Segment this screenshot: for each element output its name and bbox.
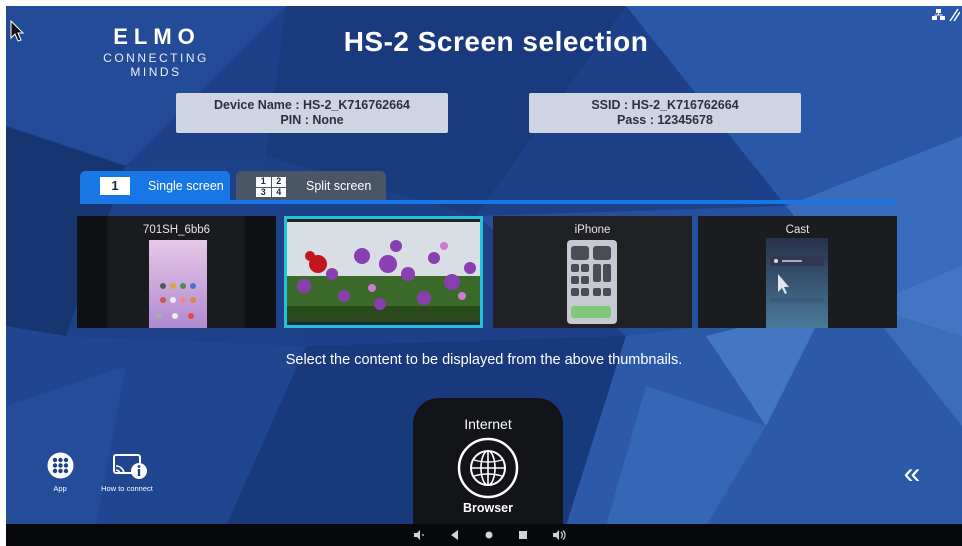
mouse-cursor-icon <box>10 20 24 42</box>
thumbnail-label: iPhone <box>574 224 611 236</box>
svg-text:ELMO: ELMO <box>113 24 201 48</box>
tab-split-screen-label: Split screen <box>306 179 372 193</box>
back-icon[interactable] <box>448 528 462 542</box>
thumbnail-android[interactable]: 701SH_6bb6 <box>77 216 276 328</box>
network-ssid: SSID : HS-2_K716762664 <box>591 98 739 112</box>
double-chevron-left-icon[interactable]: « <box>894 458 930 490</box>
thumbnail-flowers[interactable] <box>284 216 483 328</box>
grid-icon <box>47 452 74 479</box>
tab-split-screen[interactable]: 1 2 3 4 Split screen <box>236 171 386 201</box>
instruction-text: Select the content to be displayed from … <box>285 352 683 368</box>
globe-icon <box>457 437 519 499</box>
thumbnail-cast[interactable]: Cast <box>698 216 897 328</box>
thumbnail-label: 701SH_6bb6 <box>142 224 211 236</box>
logo-tagline: CONNECTING MINDS <box>103 51 209 79</box>
network-status-icon <box>932 8 960 22</box>
browser-label: Browser <box>462 501 514 515</box>
device-name: Device Name : HS-2_K716762664 <box>214 98 410 112</box>
flowers-screen-preview <box>284 216 483 328</box>
tab-single-screen-label: Single screen <box>148 179 224 193</box>
app-button[interactable]: App <box>40 450 80 494</box>
screen: ELMO CONNECTING MINDS HS-2 Screen select… <box>6 6 962 546</box>
recents-icon[interactable] <box>516 528 530 542</box>
how-to-connect-button[interactable]: How to connect <box>94 450 160 494</box>
device-pin: PIN : None <box>280 113 344 127</box>
thumbnail-label: Cast <box>785 224 810 236</box>
tab-single-screen[interactable]: 1 Single screen <box>80 171 230 201</box>
browser-title: Internet <box>464 416 512 432</box>
tab-underline <box>80 200 896 204</box>
system-nav-bar <box>6 524 962 546</box>
page-title: HS-2 Screen selection <box>343 26 649 57</box>
split-screen-icon: 1 2 3 4 <box>256 176 286 197</box>
home-icon[interactable] <box>482 528 496 542</box>
browser-launcher[interactable]: Internet Browser <box>413 398 563 524</box>
how-to-connect-label: How to connect <box>101 484 153 493</box>
device-info-box: Device Name : HS-2_K716762664 PIN : None <box>176 93 448 133</box>
app-label: App <box>53 484 67 493</box>
volume-down-icon[interactable] <box>412 528 426 542</box>
network-info-box: SSID : HS-2_K716762664 Pass : 12345678 <box>529 93 801 133</box>
thumbnail-iphone[interactable]: iPhone <box>493 216 692 328</box>
elmo-logo: ELMO <box>113 24 201 48</box>
cast-info-icon <box>113 454 147 479</box>
single-screen-icon: 1 <box>100 177 130 195</box>
volume-up-icon[interactable] <box>552 528 566 542</box>
network-pass: Pass : 12345678 <box>617 113 713 127</box>
